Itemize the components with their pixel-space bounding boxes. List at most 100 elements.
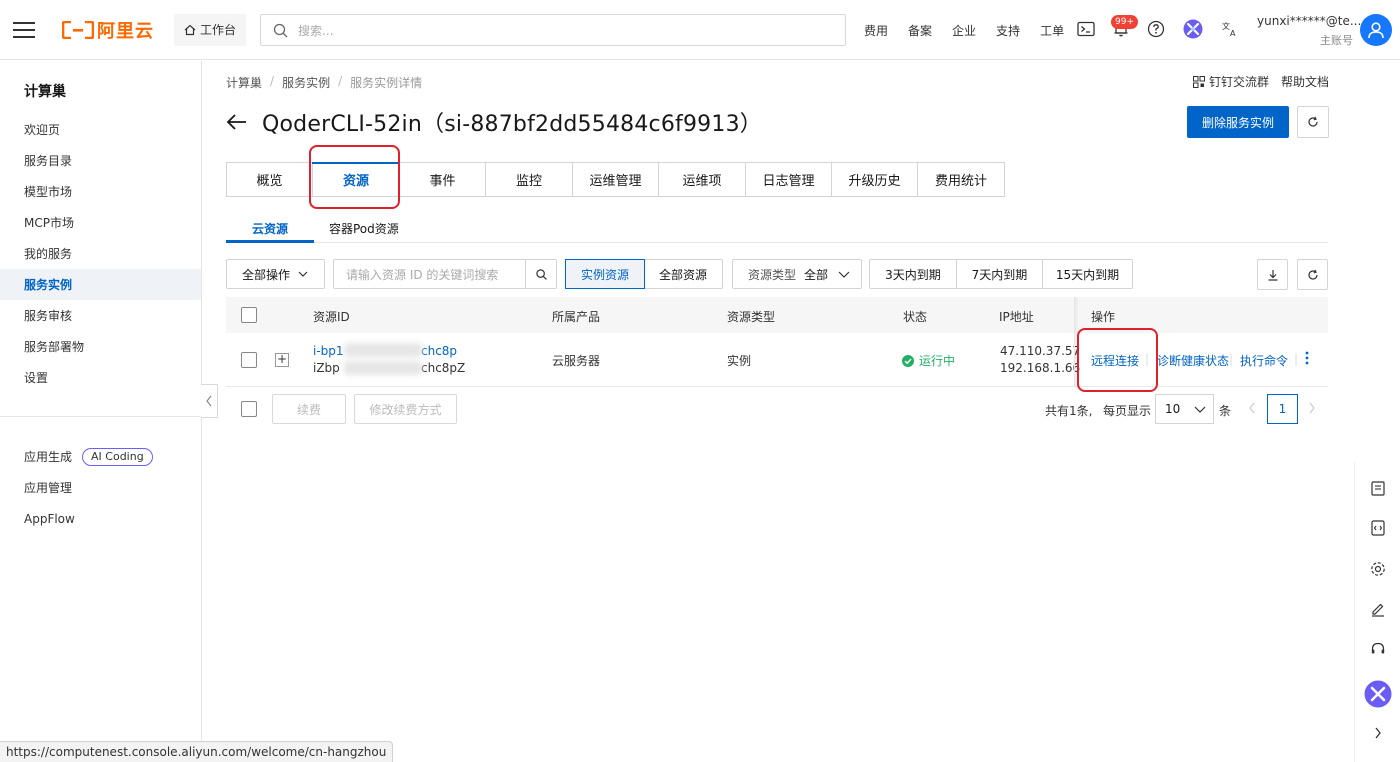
resource-search-placeholder: 请输入资源 ID 的关键词搜索 bbox=[346, 267, 499, 282]
nav-icp[interactable]: 备案 bbox=[908, 22, 932, 39]
tab-cost-stats[interactable]: 费用统计 bbox=[918, 163, 1005, 196]
resource-type-select[interactable]: 资源类型 全部 bbox=[732, 259, 862, 289]
resource-scope-toggle: 实例资源 全部资源 bbox=[565, 259, 723, 289]
sidebar-item-settings[interactable]: 设置 bbox=[0, 362, 201, 393]
sidebar-item-service-instances[interactable]: 服务实例 bbox=[0, 269, 201, 300]
subtab-pod-resources[interactable]: 容器Pod资源 bbox=[329, 220, 399, 237]
ai-assistant-icon[interactable] bbox=[1182, 18, 1204, 40]
bulk-ops-dropdown[interactable]: 全部操作 bbox=[226, 259, 325, 289]
table-refresh-button[interactable] bbox=[1297, 259, 1328, 290]
tab-monitor[interactable]: 监控 bbox=[486, 163, 573, 196]
more-actions-button[interactable] bbox=[1304, 350, 1310, 369]
sidebar-item-model-market[interactable]: 模型市场 bbox=[0, 176, 201, 207]
sidebar-item-mcp-market[interactable]: MCP市场 bbox=[0, 207, 201, 238]
diagnose-health-link[interactable]: 诊断健康状态 bbox=[1157, 352, 1229, 369]
expand-row-button[interactable]: + bbox=[275, 353, 289, 367]
run-command-link[interactable]: 执行命令 bbox=[1240, 352, 1288, 369]
expire-15-days[interactable]: 15天内到期 bbox=[1043, 260, 1132, 288]
gear-icon[interactable] bbox=[1367, 558, 1389, 580]
tab-ops-items[interactable]: 运维项 bbox=[659, 163, 746, 196]
next-page-button[interactable] bbox=[1308, 401, 1316, 418]
sidebar-item-app-manage[interactable]: 应用管理 bbox=[0, 472, 201, 503]
refresh-icon bbox=[1308, 116, 1318, 127]
change-renew-button[interactable]: 修改续费方式 bbox=[354, 394, 457, 424]
account-info[interactable]: yunxi******@te... 主账号 bbox=[1257, 14, 1361, 48]
expire-filter-group: 3天内到期 7天内到期 15天内到期 bbox=[869, 259, 1133, 289]
status-text: 运行中 bbox=[919, 354, 956, 368]
sidebar-item-welcome[interactable]: 欢迎页 bbox=[0, 114, 201, 145]
sidebar-item-app-generate[interactable]: 应用生成 AI Coding bbox=[0, 441, 201, 472]
terminal-icon[interactable] bbox=[1075, 18, 1097, 40]
menu-icon[interactable] bbox=[0, 0, 48, 60]
breadcrumb-item[interactable]: 计算巢 bbox=[226, 74, 262, 91]
notes-icon[interactable] bbox=[1367, 478, 1389, 500]
nav-enterprise[interactable]: 企业 bbox=[952, 22, 976, 39]
sidebar-item-my-services[interactable]: 我的服务 bbox=[0, 238, 201, 269]
renew-button[interactable]: 续费 bbox=[272, 394, 346, 424]
breadcrumb-item[interactable]: 服务实例 bbox=[282, 74, 330, 91]
chevron-down-icon bbox=[838, 271, 850, 278]
help-icon[interactable] bbox=[1145, 18, 1167, 40]
chevron-right-icon[interactable] bbox=[1367, 722, 1389, 744]
tab-events[interactable]: 事件 bbox=[400, 163, 486, 196]
tab-ops-management[interactable]: 运维管理 bbox=[573, 163, 659, 196]
select-all-checkbox[interactable] bbox=[241, 307, 257, 323]
tab-logs[interactable]: 日志管理 bbox=[746, 163, 832, 196]
private-ip: 192.168.1.66 bbox=[1000, 361, 1081, 375]
resource-search-input[interactable]: 请输入资源 ID 的关键词搜索 bbox=[333, 259, 557, 289]
highlight-resources-tab bbox=[309, 145, 400, 209]
sidebar-item-deploy-artifacts[interactable]: 服务部署物 bbox=[0, 331, 201, 362]
api-icon[interactable] bbox=[1367, 517, 1389, 539]
expire-3-days[interactable]: 3天内到期 bbox=[870, 260, 957, 288]
ai-assistant-icon[interactable] bbox=[1364, 680, 1392, 708]
sidebar-collapse-button[interactable] bbox=[201, 384, 218, 418]
page-size-select[interactable]: 10 bbox=[1155, 394, 1214, 424]
dingtalk-link[interactable]: 钉钉交流群 bbox=[1193, 73, 1269, 90]
page-1-button[interactable]: 1 bbox=[1267, 394, 1298, 424]
prev-page-button[interactable] bbox=[1248, 401, 1256, 418]
notification-badge: 99+ bbox=[1111, 15, 1138, 29]
nav-support[interactable]: 支持 bbox=[996, 22, 1020, 39]
footer-select-checkbox[interactable] bbox=[241, 401, 257, 417]
resource-id-prefix[interactable]: i-bp1 bbox=[313, 344, 344, 358]
headset-icon[interactable] bbox=[1367, 638, 1389, 660]
nav-ticket[interactable]: 工单 bbox=[1040, 22, 1064, 39]
workbench-button[interactable]: 工作台 bbox=[174, 13, 247, 46]
sidebar-item-service-review[interactable]: 服务审核 bbox=[0, 300, 201, 331]
aliyun-logo[interactable]: 阿里云 bbox=[62, 0, 154, 60]
resource-search-button[interactable] bbox=[525, 260, 556, 288]
edit-icon[interactable] bbox=[1367, 598, 1389, 620]
seg-all-resources[interactable]: 全部资源 bbox=[644, 260, 722, 288]
page-title: QoderCLI-52in（si-887bf2dd55484c6f9913） bbox=[262, 112, 762, 137]
download-button[interactable] bbox=[1257, 259, 1288, 290]
search-placeholder: 搜索... bbox=[298, 23, 334, 38]
sidebar-item-label: 模型市场 bbox=[24, 185, 73, 199]
language-icon[interactable]: 文A bbox=[1219, 18, 1241, 40]
expire-7-days[interactable]: 7天内到期 bbox=[957, 260, 1043, 288]
sidebar-item-catalog[interactable]: 服务目录 bbox=[0, 145, 201, 176]
help-docs-link[interactable]: 帮助文档 bbox=[1281, 73, 1329, 90]
redacted-name bbox=[344, 361, 422, 375]
page-header: QoderCLI-52in（si-887bf2dd55484c6f9913） bbox=[226, 106, 762, 138]
col-product: 所属产品 bbox=[552, 310, 601, 324]
resource-id-suffix[interactable]: chc8p bbox=[421, 344, 457, 358]
seg-instance-resources[interactable]: 实例资源 bbox=[565, 259, 645, 289]
back-arrow-icon[interactable] bbox=[226, 113, 248, 131]
subtab-cloud-resources[interactable]: 云资源 bbox=[252, 220, 288, 237]
sidebar-item-label: 服务实例 bbox=[24, 278, 73, 292]
tab-overview[interactable]: 概览 bbox=[227, 163, 313, 196]
svg-text:A: A bbox=[1230, 29, 1236, 38]
avatar[interactable] bbox=[1360, 14, 1392, 46]
sidebar-item-appflow[interactable]: AppFlow bbox=[0, 503, 201, 534]
top-nav: 费用 备案 企业 支持 工单 bbox=[864, 0, 1084, 60]
sidebar: 计算巢 欢迎页 服务目录 模型市场 MCP市场 我的服务 服务实例 服务审核 服… bbox=[0, 61, 202, 762]
breadcrumb: 计算巢 / 服务实例 / 服务实例详情 bbox=[226, 74, 422, 91]
chevron-down-icon bbox=[298, 271, 308, 277]
sidebar-divider bbox=[0, 416, 201, 417]
row-checkbox[interactable] bbox=[241, 352, 257, 368]
tab-upgrade-history[interactable]: 升级历史 bbox=[832, 163, 918, 196]
delete-instance-button[interactable]: 删除服务实例 bbox=[1187, 106, 1289, 138]
nav-billing[interactable]: 费用 bbox=[864, 22, 888, 39]
refresh-button[interactable] bbox=[1297, 106, 1329, 138]
global-search-input[interactable]: 搜索... bbox=[260, 14, 846, 46]
